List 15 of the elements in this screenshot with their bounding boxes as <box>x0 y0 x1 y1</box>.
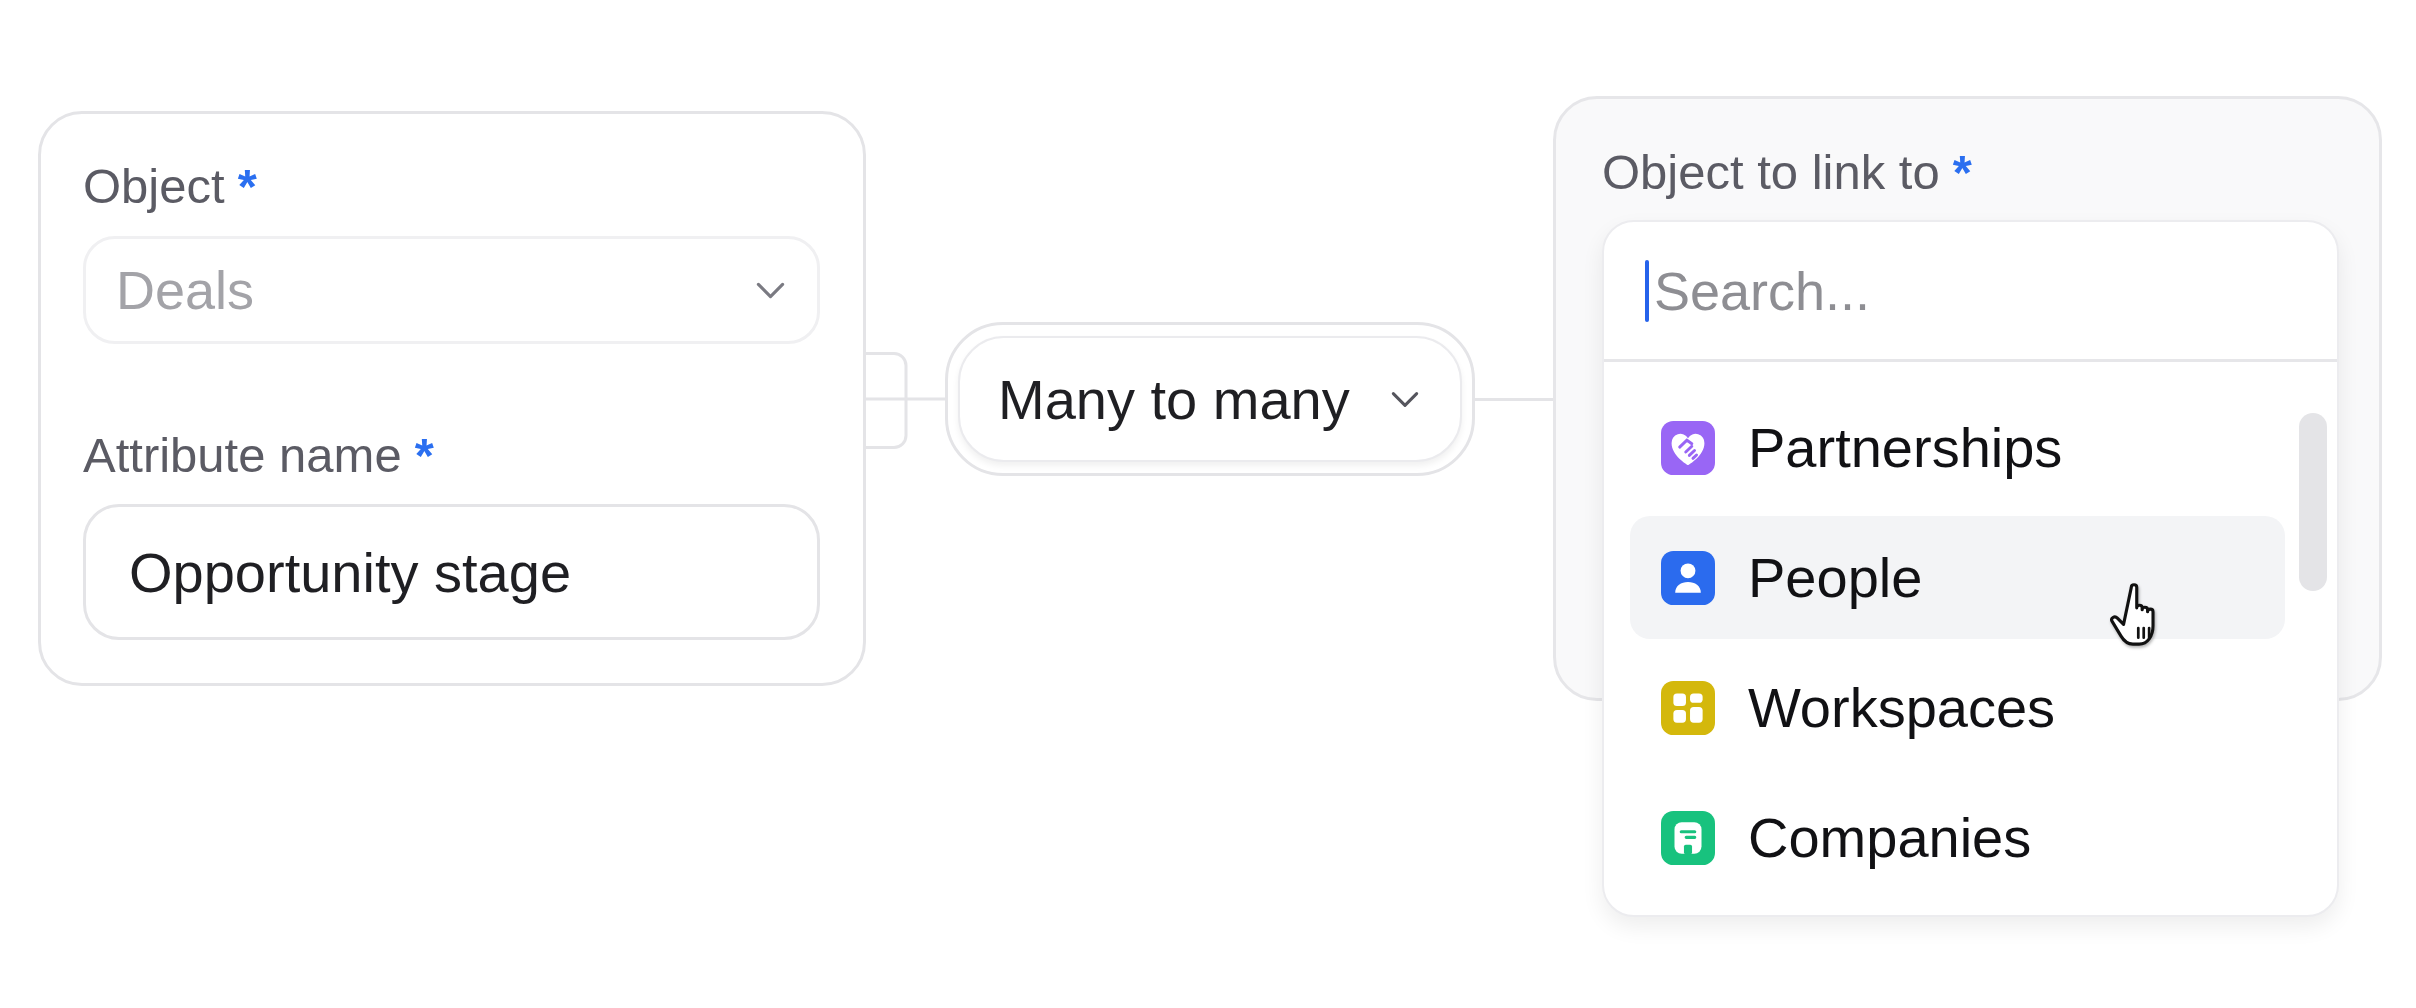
relationship-select[interactable]: Many to many <box>958 336 1462 462</box>
option-item[interactable]: Companies <box>1630 776 2285 899</box>
required-mark: * <box>1952 144 1972 201</box>
option-item[interactable]: Workspaces <box>1630 646 2285 769</box>
option-item[interactable]: People <box>1630 516 2285 639</box>
chevron-icon <box>1390 390 1419 408</box>
required-mark: * <box>237 158 257 215</box>
field-label: Object to link to <box>1602 144 1940 201</box>
option-item[interactable]: Partnerships <box>1630 386 2285 509</box>
field-label: Object <box>83 158 225 215</box>
scrollbar[interactable] <box>2299 413 2327 591</box>
required-mark: * <box>414 427 434 484</box>
text-field[interactable]: Opportunity stage <box>83 504 820 640</box>
field-label: Attribute name <box>83 427 402 484</box>
chevron-icon <box>756 281 785 299</box>
